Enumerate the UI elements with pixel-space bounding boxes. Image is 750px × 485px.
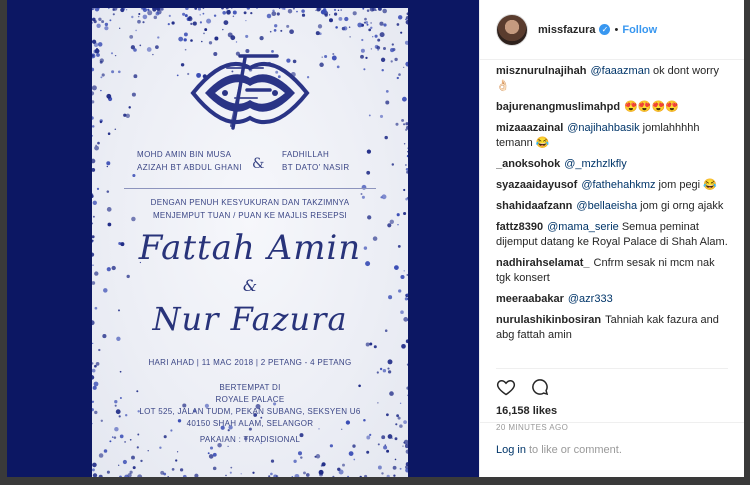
post-sidebar: missfazura ✓ • Follow misznurulnajihah @f… — [479, 0, 744, 477]
comment-text: jom pegi 😂 — [655, 179, 717, 191]
comment-mention[interactable]: @_mzhzlkfly — [564, 158, 627, 170]
event-venue: BERTEMPAT DI ROYALE PALACE LOT 525, JALA… — [139, 383, 361, 428]
username[interactable]: missfazura — [538, 24, 595, 36]
verified-icon: ✓ — [599, 24, 611, 35]
comment-username[interactable]: misznurulnajihah — [496, 65, 586, 77]
comment-login-bar: Log in to like or comment. — [480, 422, 744, 477]
comment-item: shahidaafzann @bellaeisha jom gi orng aja… — [496, 199, 731, 214]
parents-names: MOHD AMIN BIN MUSA AZIZAH BT ABDUL GHANI… — [92, 148, 408, 188]
dress-code: PAKAIAN : TRADISIONAL — [199, 435, 301, 444]
post-header: missfazura ✓ • Follow — [480, 0, 744, 60]
parent-left-1: MOHD AMIN BIN MUSA — [137, 150, 232, 159]
parent-right-1: FADHILLAH — [282, 150, 330, 159]
follow-button[interactable]: Follow — [622, 24, 657, 36]
event-date: HARI AHAD | 11 MAC 2018 | 2 PETANG - 4 P… — [148, 358, 352, 367]
comment-item: mizaaazainal @najihahbasik jomlahhhhh tem… — [496, 121, 731, 151]
divider — [124, 188, 376, 189]
groom-name: Fattah Amin — [138, 228, 362, 268]
comment-item: bajurenangmuslimahpd 😍😍😍😍 — [496, 100, 731, 115]
login-link[interactable]: Log in — [496, 444, 526, 456]
avatar[interactable] — [496, 13, 528, 46]
comment-item: misznurulnajihah @faaazman ok dont worry … — [496, 64, 731, 94]
couple-ampersand: & — [242, 276, 258, 295]
parents-ampersand: & — [252, 156, 265, 172]
post-modal: MOHD AMIN BIN MUSA AZIZAH BT ABDUL GHANI… — [7, 0, 744, 477]
comment-username[interactable]: nadhirahselamat_ — [496, 257, 590, 269]
comment-username[interactable]: nurulashikinbosiran — [496, 314, 601, 326]
comment-mention[interactable]: @najihahbasik — [567, 122, 639, 134]
comment-username[interactable]: meeraabakar — [496, 293, 564, 305]
comment-text: 😍😍😍😍 — [624, 101, 679, 113]
comment-mention[interactable]: @faaazman — [590, 65, 649, 77]
post-image[interactable]: MOHD AMIN BIN MUSA AZIZAH BT ABDUL GHANI… — [7, 0, 479, 477]
comment-mention[interactable]: @mama_serie — [547, 221, 619, 233]
comment-item: meeraabakar @azr333 — [496, 292, 731, 307]
comment-mention[interactable]: @azr333 — [568, 293, 613, 305]
comment-mention[interactable]: @fathehahkmz — [581, 179, 655, 191]
comment-username[interactable]: mizaaazainal — [496, 122, 563, 134]
login-prompt: to like or comment. — [528, 444, 622, 456]
comment-item: nurulashikinbosiran Tahniah kak fazura an… — [496, 313, 731, 343]
invitation-card: MOHD AMIN BIN MUSA AZIZAH BT ABDUL GHANI… — [92, 8, 408, 477]
comments-list[interactable]: misznurulnajihah @faaazman ok dont worry … — [496, 64, 731, 367]
comment-username[interactable]: syazaaidayusof — [496, 179, 577, 191]
comment-username[interactable]: shahidaafzann — [496, 200, 572, 212]
comment-item: fattz8390 @mama_serie Semua peminat dijem… — [496, 220, 731, 250]
parent-left-2: AZIZAH BT ABDUL GHANI — [137, 163, 242, 172]
comment-item: nadhirahselamat_ Cnfrm sesak ni mcm nak t… — [496, 256, 731, 286]
comment-item: _anoksohok @_mzhzlkfly — [496, 157, 731, 172]
comment-username[interactable]: _anoksohok — [496, 158, 560, 170]
separator: • — [614, 23, 619, 36]
like-count[interactable]: 16,158 likes — [496, 405, 728, 417]
comment-username[interactable]: fattz8390 — [496, 221, 543, 233]
comment-username[interactable]: bajurenangmuslimahpd — [496, 101, 620, 113]
monogram-logo — [190, 54, 310, 130]
intro-text: DENGAN PENUH KESYUKURAN DAN TAKZIMNYA ME… — [150, 198, 350, 220]
bride-name: Nur Fazura — [152, 300, 348, 338]
comment-icon[interactable] — [530, 377, 550, 397]
comment-text: jom gi orng ajakk — [637, 200, 724, 212]
comment-mention[interactable]: @bellaeisha — [576, 200, 637, 212]
screen: MOHD AMIN BIN MUSA AZIZAH BT ABDUL GHANI… — [0, 0, 750, 485]
comment-item: syazaaidayusof @fathehahkmz jom pegi 😂 — [496, 178, 731, 193]
parent-right-2: BT DATO' NASIR — [282, 163, 350, 172]
heart-icon[interactable] — [496, 377, 516, 397]
